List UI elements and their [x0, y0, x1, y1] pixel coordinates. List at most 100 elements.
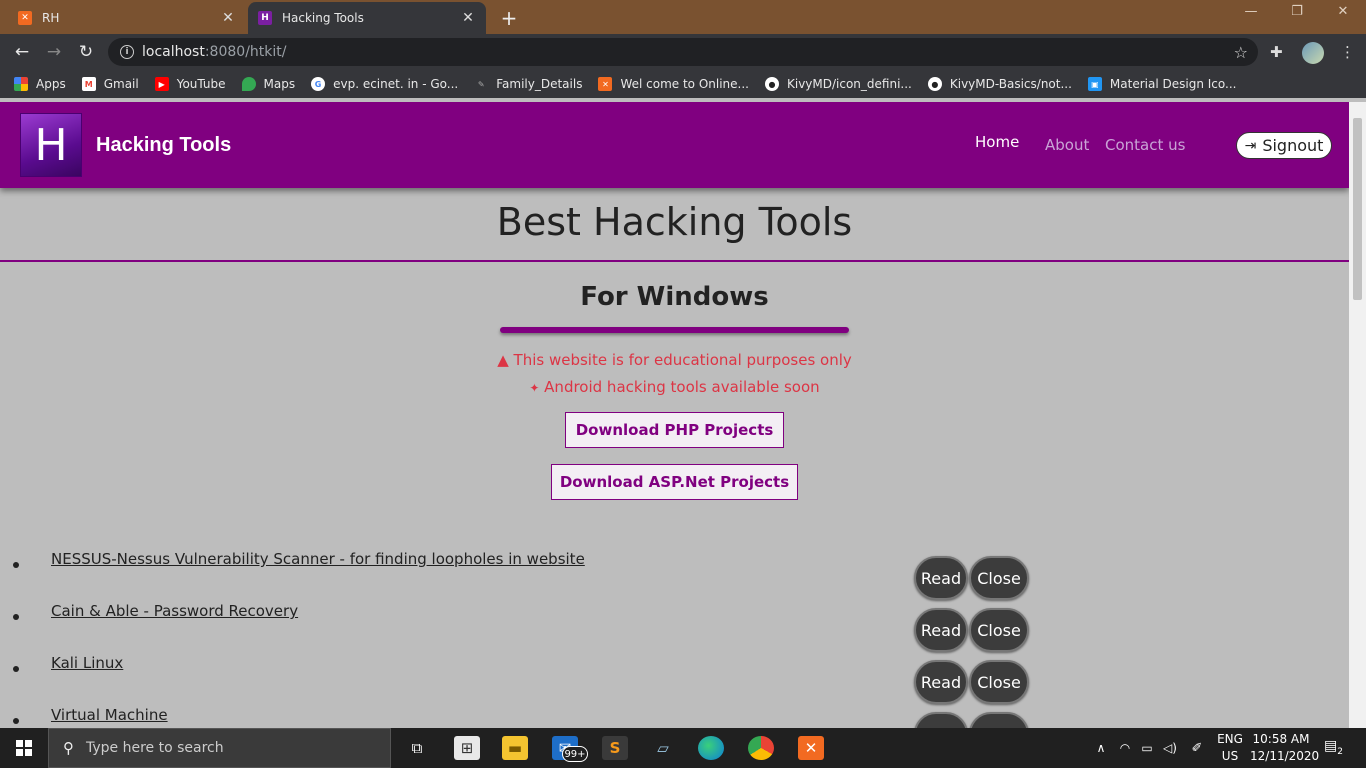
store-icon[interactable]: ⊞ [454, 736, 480, 760]
bullet [13, 718, 19, 724]
site-navbar: H Hacking Tools Home About Contact us ⇥ … [0, 102, 1349, 188]
xampp-icon[interactable]: ✕ [798, 736, 824, 760]
reload-icon[interactable]: ↻ [75, 41, 97, 63]
new-tab-button[interactable]: + [498, 6, 520, 30]
bookmark-kivymd-icon[interactable]: ● KivyMD/icon_defini... [764, 77, 912, 91]
bullet [13, 666, 19, 672]
youtube-icon: ▶ [154, 77, 169, 91]
volume-icon[interactable]: ◁) [1157, 736, 1183, 760]
taskbar-search[interactable]: ⚲ Type here to search [48, 728, 391, 768]
brand-name[interactable]: Hacking Tools [96, 134, 231, 157]
notification-center-icon[interactable]: ▤2 [1324, 738, 1343, 757]
h-icon: H [258, 11, 272, 25]
search-placeholder: Type here to search [86, 740, 224, 756]
bookmarks-bar: Apps M Gmail ▶ YouTube Maps Gevp. ecinet. … [0, 70, 1366, 98]
chrome-icon[interactable] [748, 736, 774, 760]
signout-label: Signout [1262, 136, 1324, 155]
extensions-puzzle-icon[interactable]: ✚ [1270, 43, 1283, 61]
tool-link[interactable]: Cain & Able - Password Recovery [51, 602, 298, 620]
close-tab-icon[interactable]: ✕ [220, 10, 236, 26]
nav-home[interactable]: Home [975, 133, 1019, 151]
show-hidden-icons-chevron-icon[interactable]: ∧ [1088, 736, 1114, 760]
forward-icon[interactable]: → [43, 41, 65, 63]
close-button[interactable]: Close [969, 660, 1029, 704]
close-tab-icon[interactable]: ✕ [460, 10, 476, 26]
title-divider [0, 260, 1349, 262]
warning-triangle-icon: ▲ [497, 351, 509, 369]
close-button[interactable]: Close [969, 608, 1029, 652]
browser-toolbar: ← → ↻ i localhost:8080/htkit/ ☆ ✚ ⋮ [0, 34, 1366, 70]
apps-grid-icon [14, 77, 28, 91]
notepad-icon[interactable]: ▱ [650, 736, 676, 760]
read-button[interactable]: Read [914, 556, 968, 600]
tool-link[interactable]: NESSUS-Nessus Vulnerability Scanner - fo… [51, 550, 585, 568]
tab-title: Hacking Tools [282, 11, 364, 25]
section-underline [500, 327, 849, 333]
bookmark-material[interactable]: ▣ Material Design Ico... [1087, 77, 1236, 91]
menu-dots-icon[interactable]: ⋮ [1340, 43, 1355, 61]
list-item: NESSUS-Nessus Vulnerability Scanner - fo… [0, 550, 1349, 602]
material-icon: ▣ [1087, 77, 1102, 91]
tab-hacking-tools[interactable]: H Hacking Tools ✕ [248, 2, 486, 34]
gmail-icon: M [81, 77, 96, 91]
address-bar[interactable]: i localhost:8080/htkit/ ☆ [108, 38, 1258, 66]
read-button[interactable]: Read [914, 608, 968, 652]
nav-about[interactable]: About [1045, 136, 1089, 154]
signout-icon: ⇥ [1244, 137, 1257, 154]
windows-taskbar: ⚲ Type here to search ⧉ ⊞ ▬ ✉ 99+ S ▱ ✕ … [0, 728, 1366, 768]
bookmark-kivymd-basics[interactable]: ● KivyMD-Basics/not... [927, 77, 1072, 91]
bookmark-maps[interactable]: Maps [241, 77, 295, 91]
windows-logo-icon [16, 740, 32, 756]
scrollbar-thumb[interactable] [1353, 118, 1362, 300]
github-icon: ● [927, 77, 942, 91]
signout-button[interactable]: ⇥ Signout [1236, 132, 1332, 159]
bookmark-gmail[interactable]: M Gmail [81, 77, 139, 91]
profile-avatar[interactable] [1302, 42, 1324, 64]
tool-link[interactable]: Kali Linux [51, 654, 123, 672]
bookmark-youtube[interactable]: ▶ YouTube [154, 77, 226, 91]
edge-icon[interactable] [698, 736, 724, 760]
read-button[interactable]: Read [914, 712, 968, 728]
file-explorer-icon[interactable]: ▬ [502, 736, 528, 760]
close-button[interactable]: Close [969, 712, 1029, 728]
url-path: :8080/htkit/ [204, 44, 287, 60]
xampp-icon: ✕ [598, 77, 613, 91]
close-button[interactable]: Close [969, 556, 1029, 600]
bookmark-family[interactable]: ✎ Family_Details [474, 77, 583, 91]
download-php-button[interactable]: Download PHP Projects [565, 412, 784, 448]
task-view-icon[interactable]: ⧉ [404, 736, 430, 760]
maps-pin-icon [241, 77, 256, 91]
site-logo[interactable]: H [20, 113, 82, 177]
bookmark-apps[interactable]: Apps [14, 77, 66, 91]
nav-contact[interactable]: Contact us [1105, 136, 1185, 154]
bookmark-evp[interactable]: Gevp. ecinet. in - Go... [311, 77, 458, 91]
bookmark-star-icon[interactable]: ☆ [1234, 43, 1248, 62]
pen-icon: ✎ [477, 79, 485, 89]
section-title: For Windows [580, 282, 769, 312]
download-asp-button[interactable]: Download ASP.Net Projects [551, 464, 798, 500]
page-scrollbar[interactable] [1349, 102, 1366, 728]
minimize-icon[interactable]: — [1228, 4, 1274, 19]
sublime-icon[interactable]: S [602, 736, 628, 760]
pen-workspace-icon[interactable]: ✐ [1184, 736, 1210, 760]
back-icon[interactable]: ← [11, 41, 33, 63]
tab-title: RH [42, 11, 60, 25]
read-button[interactable]: Read [914, 660, 968, 704]
start-button[interactable] [0, 728, 48, 768]
system-clock[interactable]: 10:58 AM 12/11/2020 [1250, 731, 1319, 765]
android-notice: ✦ Android hacking tools available soon [529, 378, 820, 396]
page-title: Best Hacking Tools [496, 200, 853, 244]
bullet [13, 614, 19, 620]
site-info-icon[interactable]: i [120, 45, 134, 59]
close-window-icon[interactable]: ✕ [1320, 4, 1366, 19]
bookmark-welcome[interactable]: ✕ Wel come to Online... [598, 77, 749, 91]
language-indicator[interactable]: ENG US [1216, 731, 1244, 765]
google-icon: G [311, 77, 326, 91]
tool-link[interactable]: Virtual Machine [51, 706, 168, 724]
notification-count: 2 [1337, 746, 1343, 757]
restore-icon[interactable]: ❐ [1274, 4, 1320, 19]
tab-rh[interactable]: ✕ RH ✕ [8, 2, 246, 34]
list-item: Cain & Able - Password Recovery Read Clo… [0, 602, 1349, 654]
xampp-icon: ✕ [18, 11, 32, 25]
tab-strip: ✕ RH ✕ H Hacking Tools ✕ + — ❐ ✕ [0, 0, 1366, 34]
